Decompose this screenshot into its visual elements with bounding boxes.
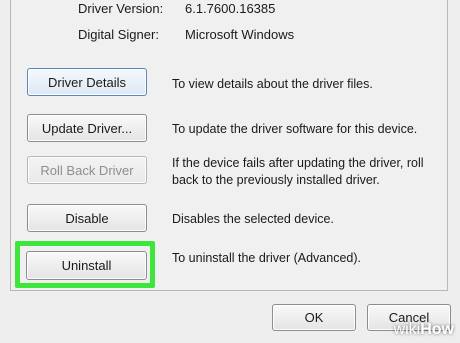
wikihow-watermark: wikiHow bbox=[393, 321, 454, 338]
ok-button[interactable]: OK bbox=[272, 304, 356, 331]
uninstall-button[interactable]: Uninstall bbox=[26, 251, 147, 280]
update-driver-description: To update the driver software for this d… bbox=[172, 122, 418, 136]
disable-description: Disables the selected device. bbox=[172, 212, 334, 226]
digital-signer-label: Digital Signer: bbox=[78, 27, 159, 42]
roll-back-driver-description: If the device fails after updating the d… bbox=[172, 156, 424, 187]
driver-details-button[interactable]: Driver Details bbox=[27, 68, 147, 96]
driver-version-value: 6.1.7600.16385 bbox=[185, 1, 276, 16]
driver-version-label: Driver Version: bbox=[78, 1, 164, 16]
uninstall-description: To uninstall the driver (Advanced). bbox=[172, 251, 361, 265]
disable-button[interactable]: Disable bbox=[27, 204, 147, 232]
digital-signer-value: Microsoft Windows bbox=[185, 27, 295, 42]
roll-back-driver-button[interactable]: Roll Back Driver bbox=[27, 156, 147, 184]
update-driver-button[interactable]: Update Driver... bbox=[27, 114, 147, 142]
driver-details-description: To view details about the driver files. bbox=[172, 77, 373, 91]
